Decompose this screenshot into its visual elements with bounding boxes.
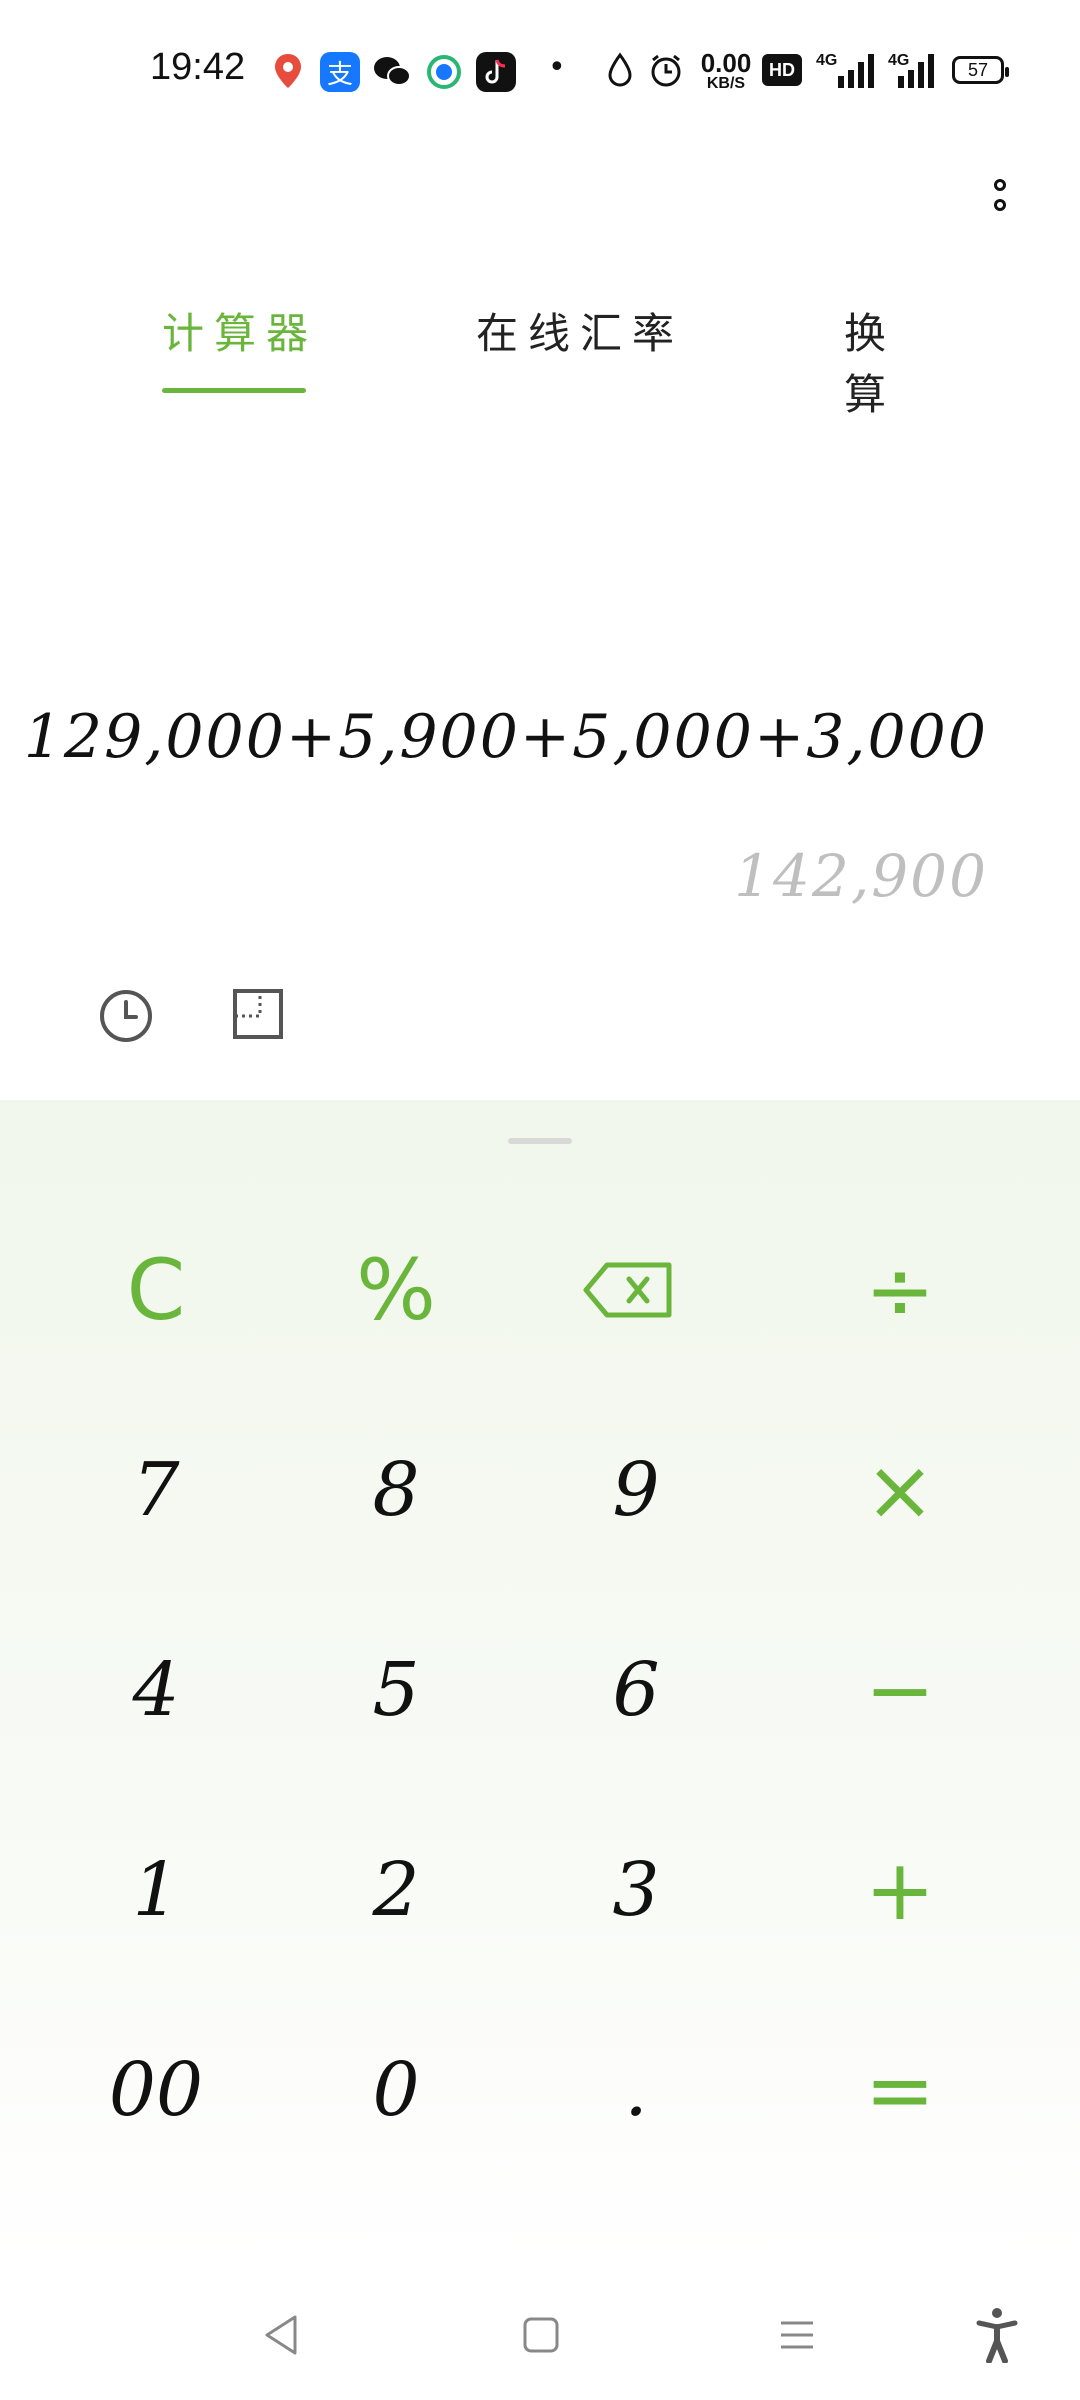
clock-icon (100, 990, 152, 1042)
add-button[interactable]: + (780, 1800, 1020, 1980)
digit-2-button[interactable]: 2 (276, 1800, 516, 1980)
battery-indicator: 57 (952, 56, 1009, 84)
multiply-button[interactable]: × (780, 1400, 1020, 1580)
wechat-icon (372, 52, 412, 92)
location-pin-icon (268, 52, 308, 92)
tab-calculator[interactable]: 计算器 (162, 300, 318, 360)
bird-icon (424, 52, 464, 92)
clear-button[interactable]: C (36, 1200, 276, 1380)
keypad-drag-handle[interactable] (508, 1138, 572, 1144)
network-speed: 0.00 KB/S (700, 48, 752, 92)
scientific-mode-button[interactable] (232, 988, 288, 1044)
result-display: 142,900 (734, 842, 988, 910)
digit-9-button[interactable]: 9 (516, 1400, 756, 1580)
backspace-icon (583, 1262, 672, 1318)
divide-button[interactable]: ÷ (780, 1200, 1020, 1380)
signal-sim2-icon: 4G (888, 52, 946, 88)
tab-conversion[interactable]: 换算 (820, 300, 920, 419)
history-button[interactable] (98, 988, 154, 1044)
double-zero-button[interactable]: 00 (36, 2000, 276, 2180)
recents-button[interactable] (762, 2300, 832, 2370)
accessibility-person-icon (976, 2308, 1018, 2363)
accessibility-button[interactable] (962, 2300, 1032, 2370)
digit-0-button[interactable]: 0 (276, 2000, 516, 2180)
digit-8-button[interactable]: 8 (276, 1400, 516, 1580)
status-bar: 19:42 支 • 0.00 KB/S HD 4G 4G 57 (0, 0, 1080, 140)
signal-sim1-icon: 4G (816, 52, 874, 88)
menu-lines-icon (781, 2321, 813, 2349)
system-navigation-bar (0, 2260, 1080, 2400)
decimal-point-button[interactable]: . (516, 2000, 756, 2180)
more-dot-icon (994, 199, 1006, 211)
more-dot-icon (994, 179, 1006, 191)
more-options-button[interactable] (980, 165, 1020, 225)
back-button[interactable] (246, 2300, 316, 2370)
percent-button[interactable]: % (276, 1200, 516, 1380)
backspace-button[interactable] (508, 1200, 748, 1380)
alipay-icon: 支 (320, 52, 360, 92)
home-button[interactable] (506, 2300, 576, 2370)
active-tab-indicator (162, 388, 306, 393)
hd-badge: HD (762, 54, 802, 86)
back-triangle-icon (265, 2315, 297, 2355)
keypad: C % ÷ 7 8 9 × 4 5 6 − 1 2 3 + 00 0 . = (0, 1100, 1080, 2260)
digit-1-button[interactable]: 1 (36, 1800, 276, 1980)
home-square-icon (523, 2317, 559, 2353)
digit-4-button[interactable]: 4 (36, 1600, 276, 1780)
digit-7-button[interactable]: 7 (36, 1400, 276, 1580)
tiktok-icon (476, 52, 516, 92)
expression-display: 129,000+5,900+5,000+3,000 (23, 702, 988, 772)
tab-exchange-rate[interactable]: 在线汇率 (470, 300, 690, 360)
alarm-icon (648, 52, 684, 96)
dot-icon: • (548, 50, 566, 85)
subtract-button[interactable]: − (780, 1600, 1020, 1780)
drop-icon (606, 52, 634, 96)
expand-grid-icon (233, 989, 283, 1039)
status-time: 19:42 (150, 46, 246, 88)
digit-6-button[interactable]: 6 (516, 1600, 756, 1780)
equals-button[interactable]: = (780, 2000, 1020, 2180)
digit-5-button[interactable]: 5 (276, 1600, 516, 1780)
digit-3-button[interactable]: 3 (516, 1800, 756, 1980)
